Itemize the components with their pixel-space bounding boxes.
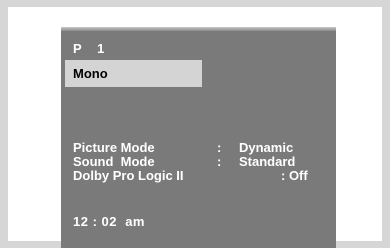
sound-mode-row: Sound Mode : Standard: [73, 155, 328, 169]
screen-top-edge: [61, 27, 336, 31]
osd-screen: P1 Mono Picture Mode : Dynamic Sound Mod…: [61, 27, 336, 248]
audio-mode-box: Mono: [65, 60, 202, 87]
picture-mode-separator: :: [217, 140, 222, 155]
picture-mode-value: Dynamic: [239, 140, 294, 155]
channel-indicator: P1: [73, 41, 105, 56]
sound-mode-value: Standard: [239, 154, 296, 169]
dolby-pro-logic-value: : Off: [281, 168, 308, 183]
status-info-panel: Picture Mode : Dynamic Sound Mode : Stan…: [73, 141, 328, 183]
channel-number: 1: [97, 41, 105, 56]
dolby-pro-logic-label: Dolby Pro Logic II: [73, 168, 184, 183]
tv-frame: P1 Mono Picture Mode : Dynamic Sound Mod…: [8, 7, 382, 248]
picture-mode-row: Picture Mode : Dynamic: [73, 141, 328, 155]
sound-mode-separator: :: [217, 154, 222, 169]
clock-display: 12 : 02 am: [73, 214, 145, 229]
dolby-pro-logic-row: Dolby Pro Logic II : Off: [73, 169, 328, 183]
picture-mode-label: Picture Mode: [73, 140, 155, 155]
channel-prefix: P: [73, 41, 83, 56]
sound-mode-label: Sound Mode: [73, 154, 155, 169]
